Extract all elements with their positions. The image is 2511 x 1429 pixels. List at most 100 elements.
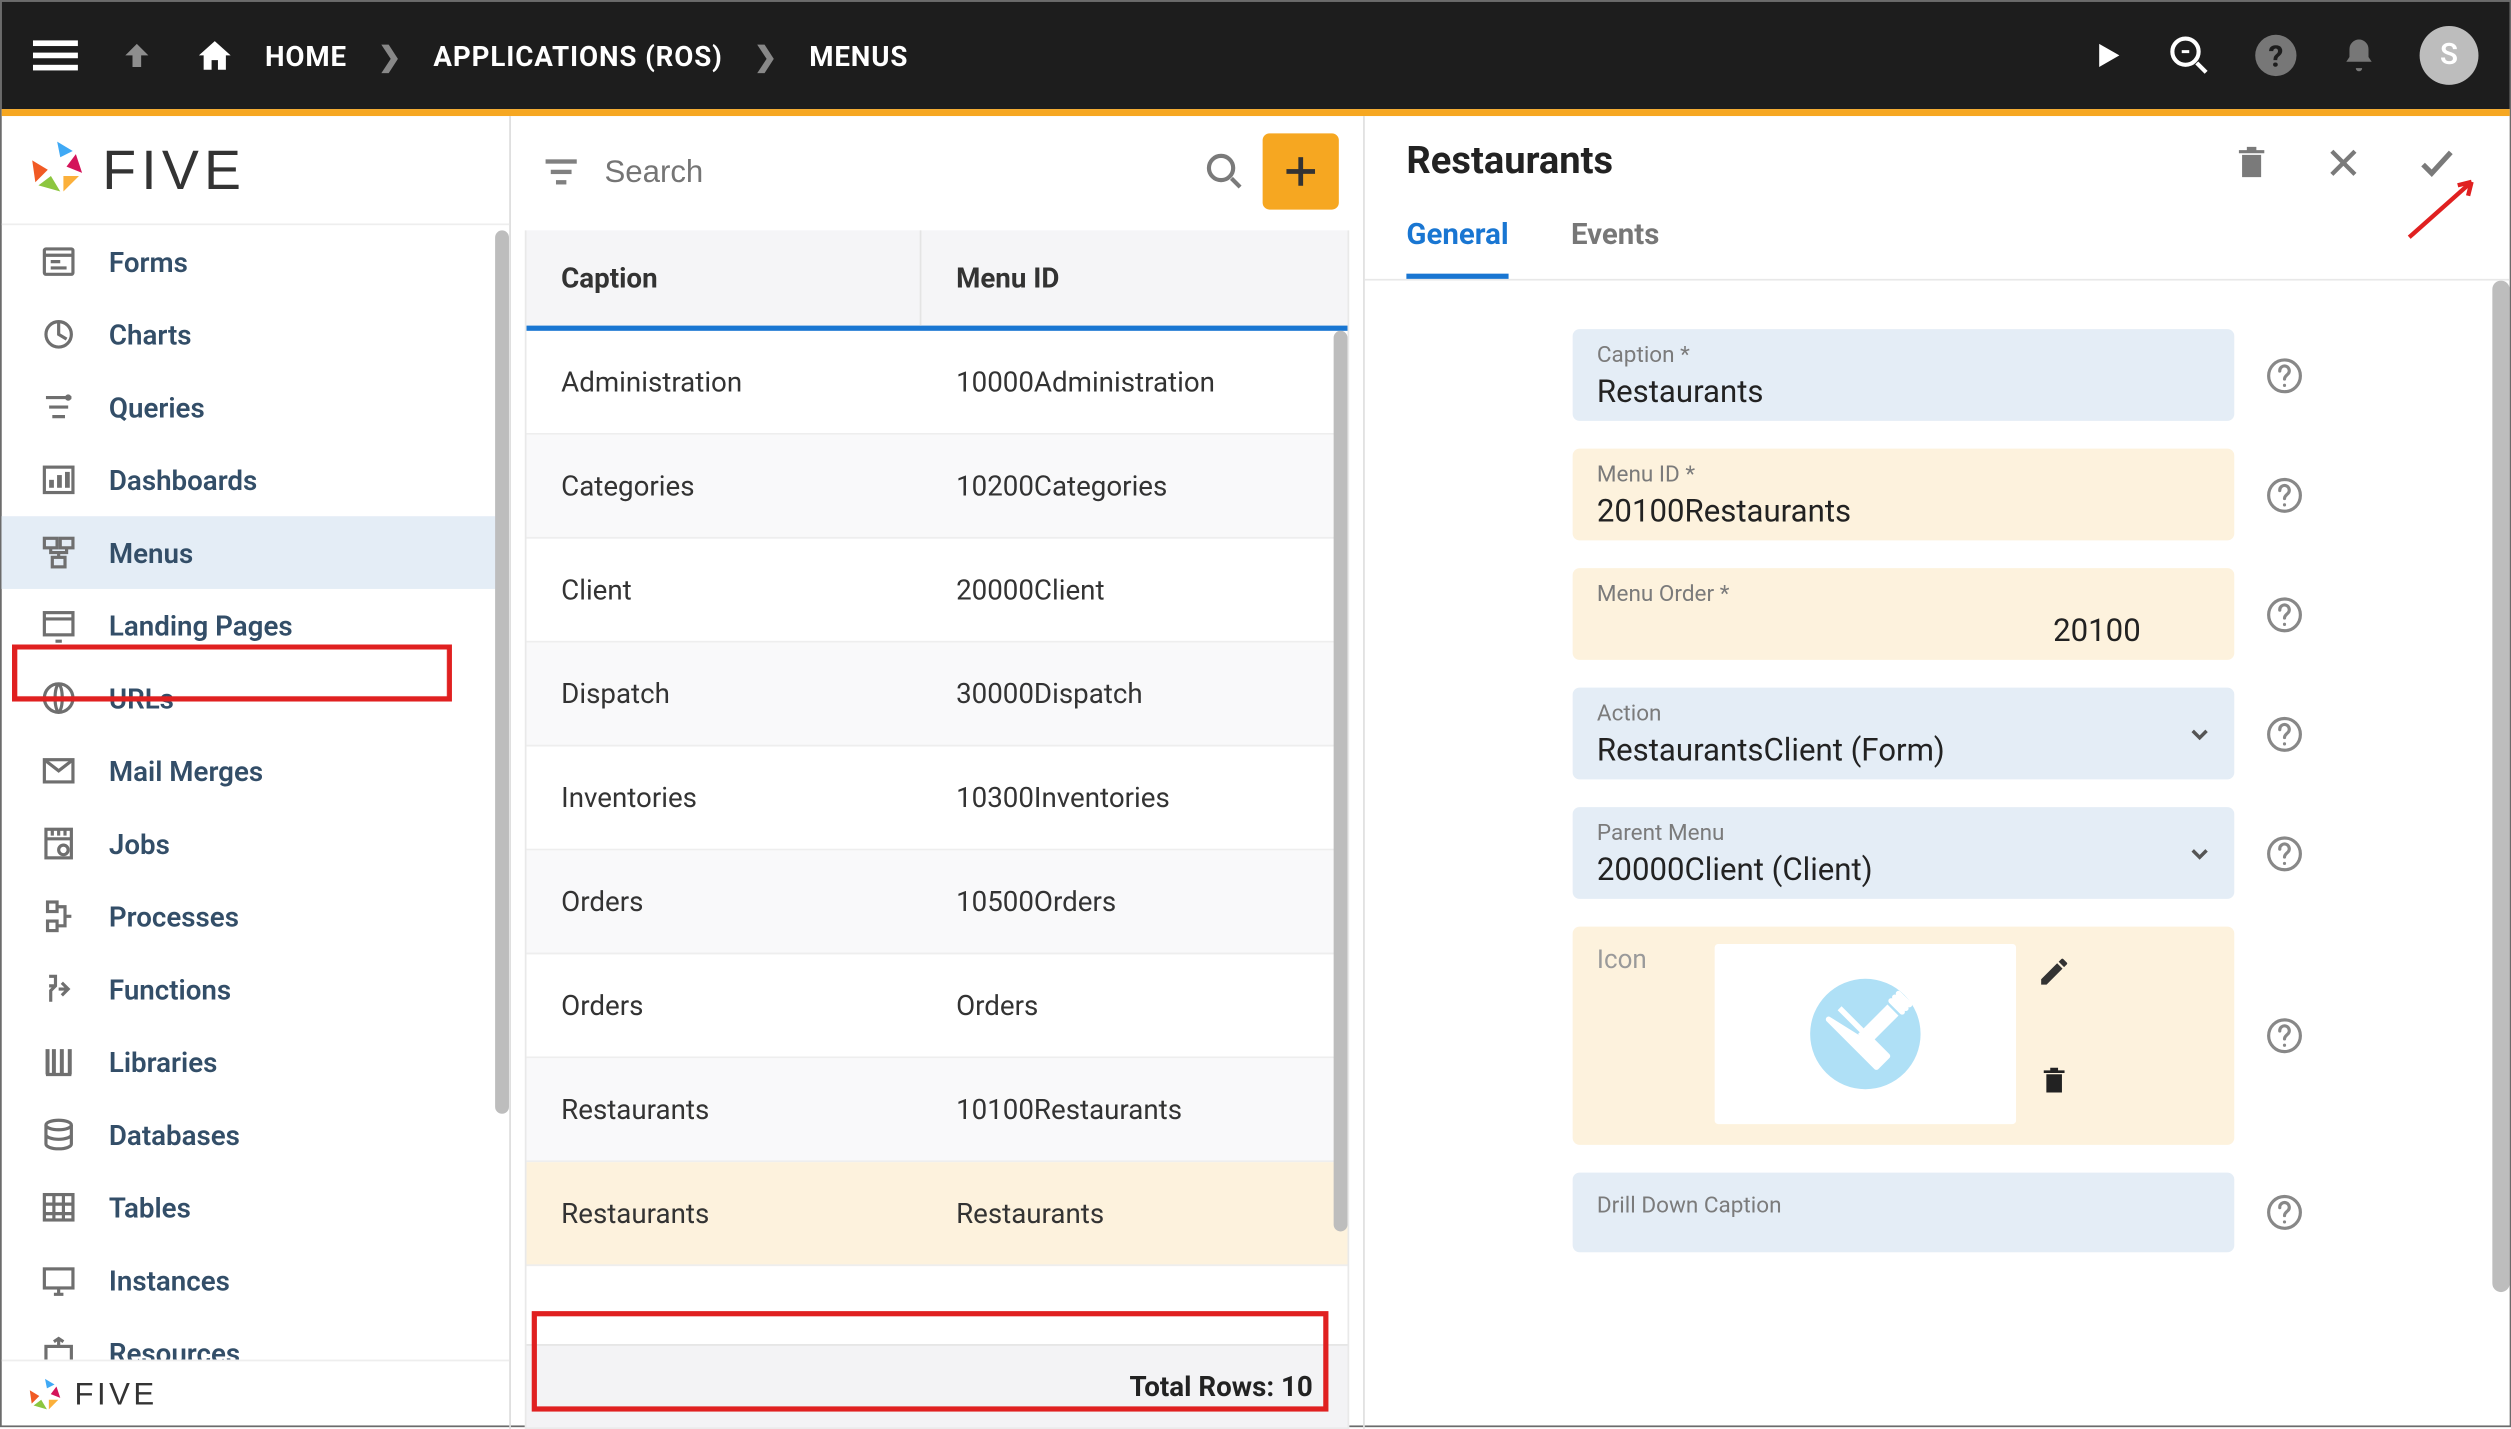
field-drill-down[interactable]: Drill Down Caption: [1573, 1173, 2235, 1253]
chevron-right-icon: ❯: [754, 39, 778, 72]
breadcrumb: HOME ❯ APPLICATIONS (ROS) ❯ MENUS: [196, 36, 909, 74]
help-icon[interactable]: ?: [2253, 33, 2298, 78]
field-caption-value: Restaurants: [1597, 374, 2210, 410]
table-row[interactable]: Dispatch30000Dispatch: [527, 643, 1348, 747]
list-table: Caption Menu ID Administration10000Admin…: [525, 230, 1349, 1429]
table-row[interactable]: RestaurantsRestaurants: [527, 1162, 1348, 1266]
nav-icon: [33, 1332, 85, 1360]
help-icon[interactable]: [2265, 568, 2307, 660]
icon-preview: [1715, 944, 2016, 1124]
field-menu-id[interactable]: Menu ID * 20100Restaurants: [1573, 449, 2235, 541]
table-row[interactable]: Orders10500Orders: [527, 850, 1348, 954]
breadcrumb-apps[interactable]: APPLICATIONS (ROS): [433, 39, 722, 72]
tab-events[interactable]: Events: [1571, 201, 1659, 279]
sidebar-item-processes[interactable]: Processes: [2, 880, 509, 953]
field-menu-order[interactable]: Menu Order * 20100: [1573, 568, 2235, 660]
cell-caption: Inventories: [527, 781, 922, 814]
table-row[interactable]: Client20000Client: [527, 539, 1348, 643]
table-row[interactable]: Restaurants10100Restaurants: [527, 1058, 1348, 1162]
field-caption[interactable]: Caption * Restaurants: [1573, 329, 2235, 421]
table-row[interactable]: Inventories10300Inventories: [527, 746, 1348, 850]
edit-icon[interactable]: [2037, 954, 2072, 989]
help-icon[interactable]: [2265, 927, 2307, 1145]
scrollbar-thumb[interactable]: [1334, 331, 1348, 1232]
nav-icon: [33, 1114, 85, 1156]
nav-icon: [33, 386, 85, 428]
cell-caption: Dispatch: [527, 677, 922, 710]
avatar[interactable]: S: [2420, 26, 2479, 85]
help-icon[interactable]: [2265, 449, 2307, 541]
chevron-down-icon[interactable]: [2186, 839, 2214, 867]
table-body: Administration10000AdministrationCategor…: [527, 331, 1348, 1344]
table-row[interactable]: Categories10200Categories: [527, 435, 1348, 539]
sidebar-item-mail-merges[interactable]: Mail Merges: [2, 734, 509, 807]
search-magnify-icon[interactable]: [2167, 33, 2212, 78]
delete-icon[interactable]: [2037, 1065, 2072, 1096]
scrollbar-thumb[interactable]: [2492, 281, 2509, 1292]
col-menu-id[interactable]: Menu ID: [921, 230, 1347, 325]
cell-caption: Categories: [527, 469, 922, 502]
help-icon[interactable]: [2265, 329, 2307, 421]
home-icon[interactable]: [196, 36, 234, 74]
field-parent-menu[interactable]: Parent Menu 20000Client (Client): [1573, 807, 2235, 899]
sidebar-item-label: Processes: [109, 900, 239, 933]
cell-menuid: 10500Orders: [921, 885, 1347, 918]
sidebar-item-jobs[interactable]: Jobs: [2, 807, 509, 880]
help-icon[interactable]: [2265, 1173, 2307, 1253]
sidebar-item-tables[interactable]: Tables: [2, 1171, 509, 1244]
help-icon[interactable]: [2265, 688, 2307, 780]
chevron-down-icon[interactable]: [2186, 720, 2214, 748]
cell-caption: Restaurants: [527, 1093, 922, 1126]
sidebar-item-dashboards[interactable]: Dashboards: [2, 443, 509, 516]
bell-icon[interactable]: [2340, 36, 2378, 74]
sidebar-item-label: Databases: [109, 1118, 240, 1151]
table-row[interactable]: Administration10000Administration: [527, 331, 1348, 435]
form-area: Caption * Restaurants Menu ID * 20100Res…: [1365, 281, 2510, 1429]
nav-icon: [33, 750, 85, 792]
sidebar: FIVE FormsChartsQueriesDashboardsMenusLa…: [2, 116, 511, 1429]
hamburger-icon[interactable]: [33, 33, 78, 78]
sidebar-item-forms[interactable]: Forms: [2, 225, 509, 298]
delete-icon[interactable]: [2233, 141, 2271, 183]
close-icon[interactable]: [2326, 141, 2361, 183]
cell-caption: Orders: [527, 885, 922, 918]
field-order-value: 20100: [1597, 613, 2210, 649]
svg-text:?: ?: [2268, 40, 2283, 75]
search-input[interactable]: [604, 153, 1186, 189]
tab-general[interactable]: General: [1406, 201, 1508, 279]
filter-icon[interactable]: [535, 151, 587, 193]
sidebar-item-functions[interactable]: Functions: [2, 953, 509, 1026]
sidebar-item-queries[interactable]: Queries: [2, 371, 509, 444]
field-action[interactable]: Action RestaurantsClient (Form): [1573, 688, 2235, 780]
play-icon[interactable]: [2091, 38, 2126, 73]
nav-icon: [33, 532, 85, 574]
sidebar-item-databases[interactable]: Databases: [2, 1098, 509, 1171]
scrollbar-thumb[interactable]: [495, 230, 509, 1113]
help-icon[interactable]: [2265, 807, 2307, 899]
sidebar-item-libraries[interactable]: Libraries: [2, 1025, 509, 1098]
logo-mark-icon: [26, 1376, 64, 1414]
total-rows: Total Rows: 10: [527, 1344, 1348, 1427]
sidebar-item-instances[interactable]: Instances: [2, 1244, 509, 1317]
field-icon: Icon: [1573, 927, 2235, 1145]
table-row[interactable]: OrdersOrders: [527, 954, 1348, 1058]
up-arrow-icon[interactable]: [120, 38, 155, 73]
sidebar-item-urls[interactable]: URLs: [2, 662, 509, 735]
sidebar-item-label: URLs: [109, 682, 174, 715]
accent-line: [2, 109, 2510, 116]
cell-menuid: 30000Dispatch: [921, 677, 1347, 710]
search-icon[interactable]: [1204, 151, 1246, 193]
sidebar-item-resources[interactable]: Resources: [2, 1316, 509, 1359]
detail-tabs: General Events: [1365, 201, 2510, 281]
sidebar-item-label: Dashboards: [109, 463, 257, 496]
breadcrumb-menus[interactable]: MENUS: [809, 39, 908, 72]
sidebar-item-menus[interactable]: Menus: [2, 516, 509, 589]
add-button[interactable]: [1263, 133, 1339, 209]
breadcrumb-home[interactable]: HOME: [265, 39, 347, 72]
sidebar-item-label: Instances: [109, 1263, 230, 1296]
sidebar-item-landing-pages[interactable]: Landing Pages: [2, 589, 509, 662]
annotation-arrow: [2402, 175, 2489, 244]
col-caption[interactable]: Caption: [527, 230, 922, 325]
sidebar-item-label: Libraries: [109, 1045, 217, 1078]
sidebar-item-charts[interactable]: Charts: [2, 298, 509, 371]
